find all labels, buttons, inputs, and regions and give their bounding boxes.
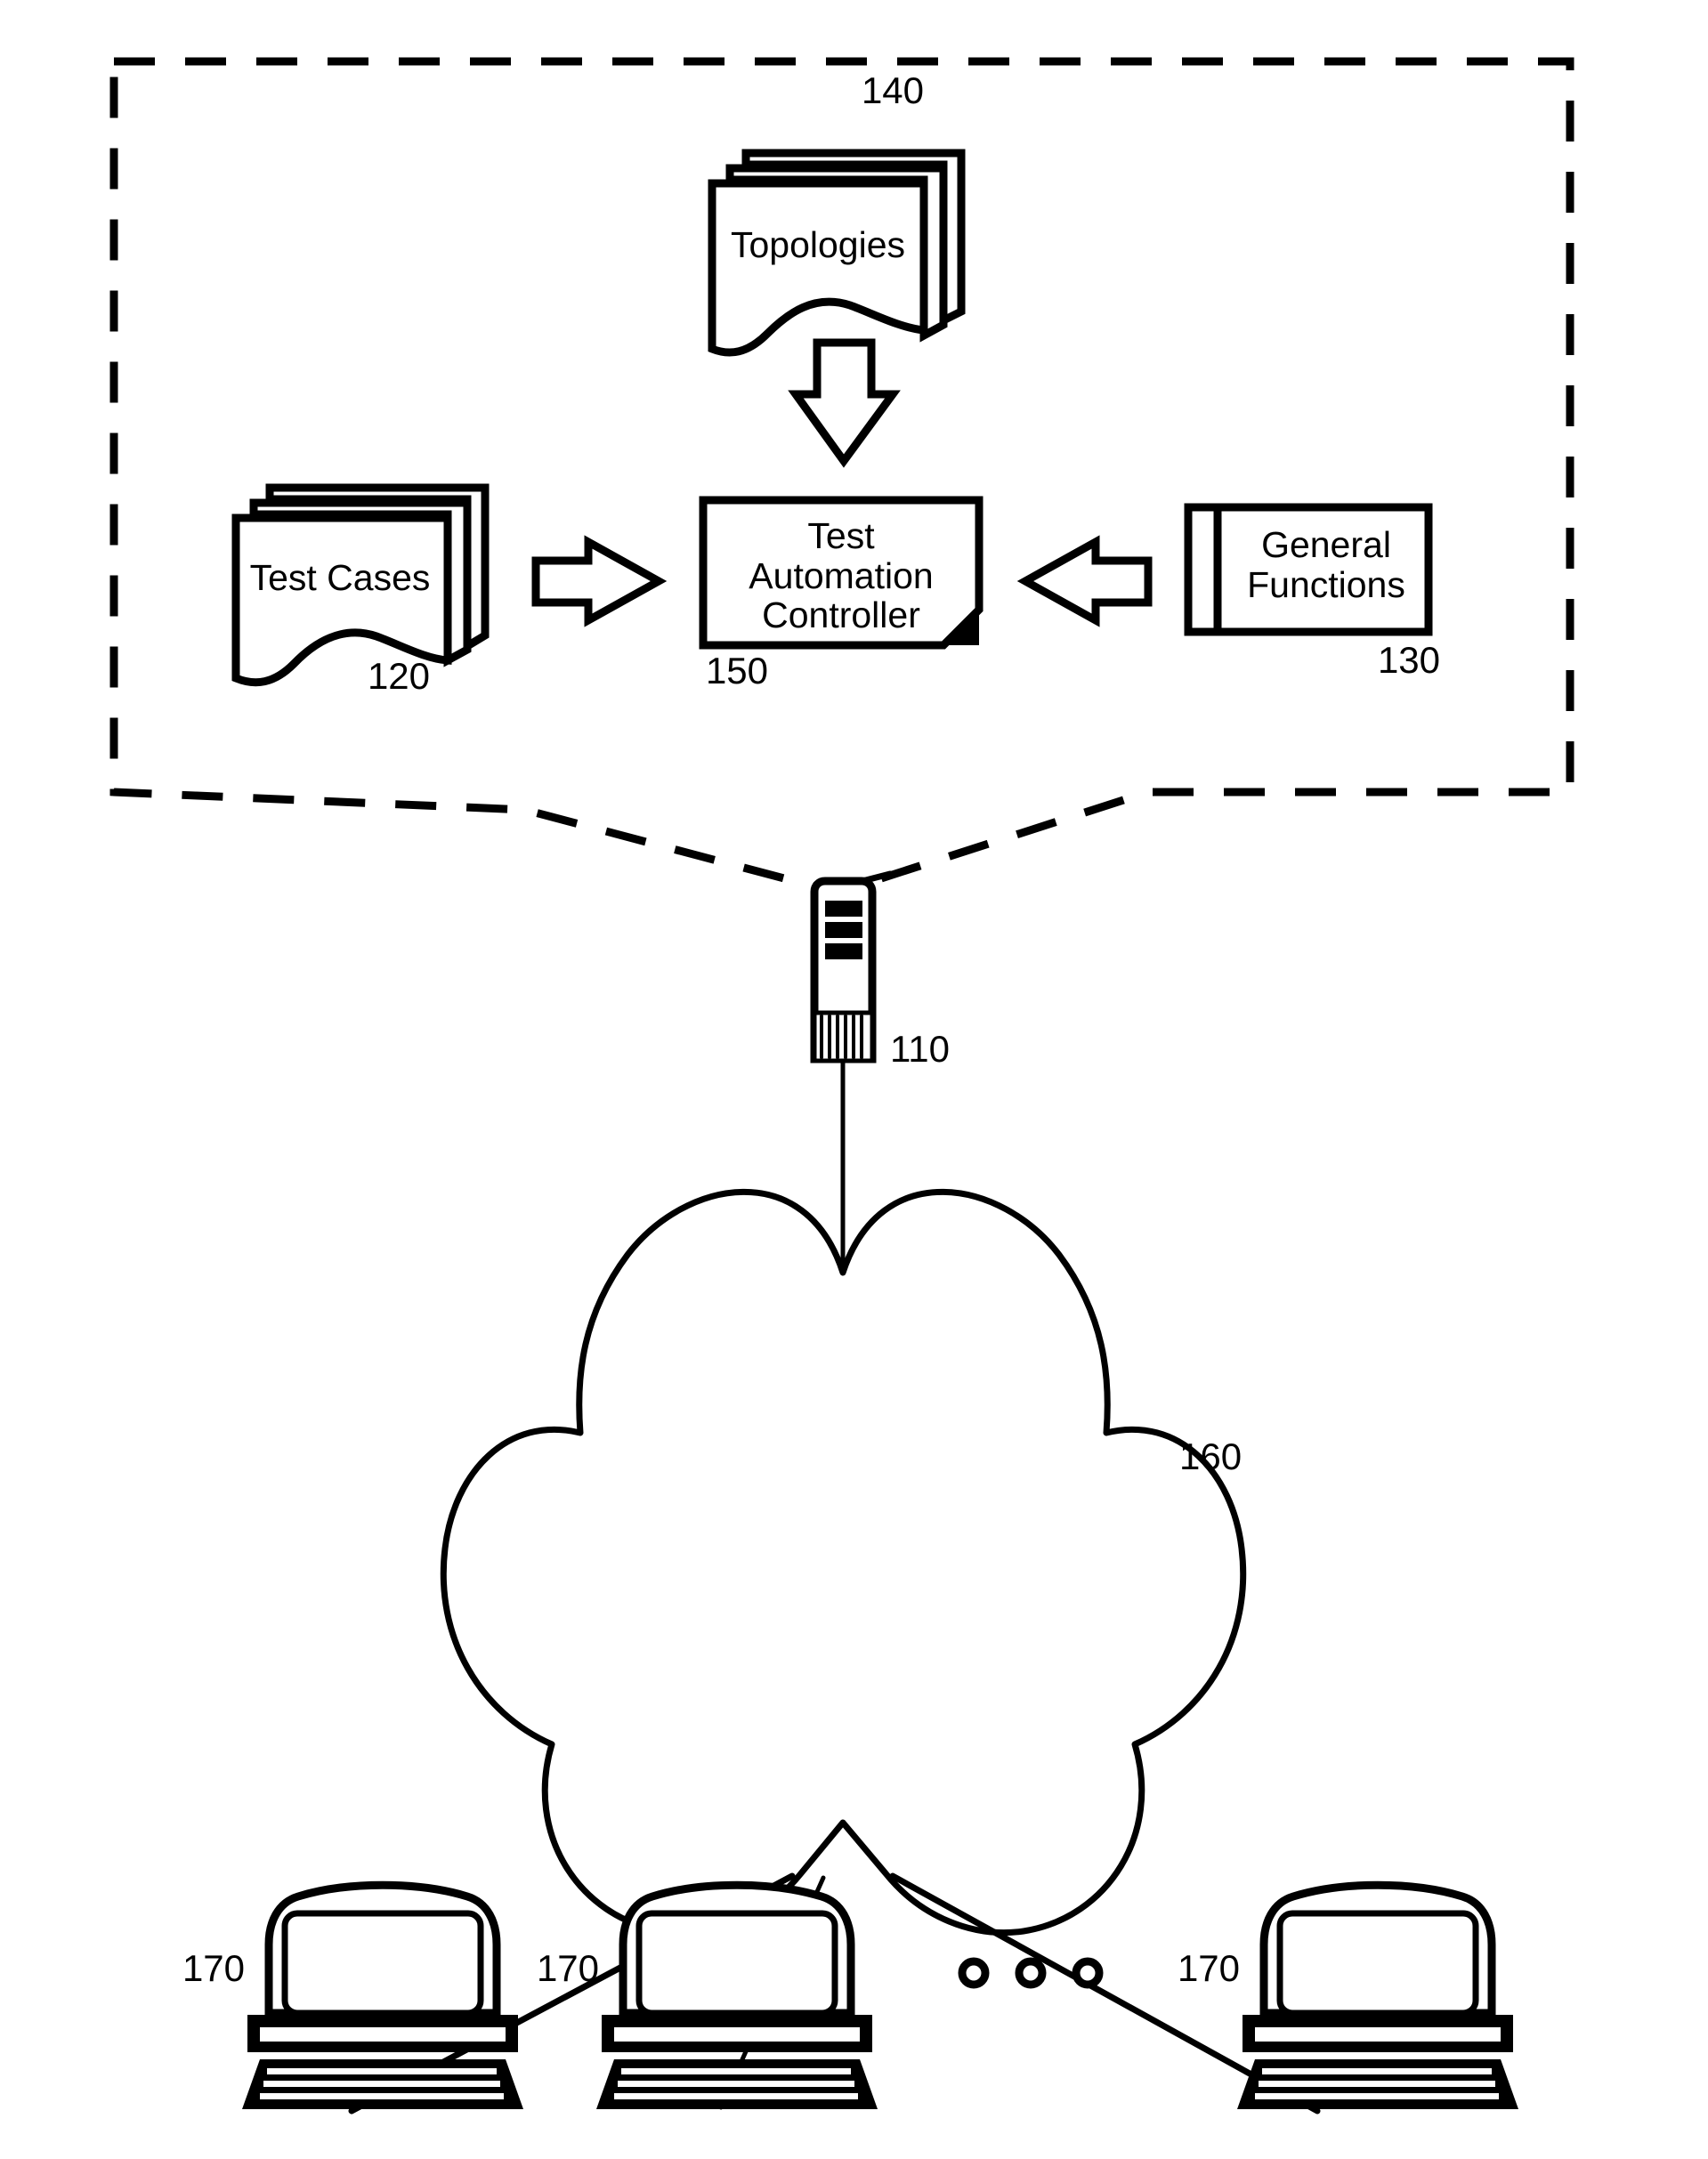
keyboard-rows-2 (614, 2068, 858, 2099)
test-cases-label: Test Cases (250, 557, 431, 598)
server-bay-2 (825, 922, 862, 938)
client-computer-2[interactable]: 170 (537, 1880, 878, 2109)
ref-130: 130 (1378, 639, 1440, 681)
server-bay-3 (825, 943, 862, 959)
controller-label-line2: Automation (749, 555, 933, 596)
keyboard-rows-3 (1255, 2068, 1499, 2099)
arrow-test-cases-to-controller (531, 535, 668, 627)
general-functions-label-line2: Functions (1247, 564, 1405, 605)
ref-110: 110 (890, 1028, 950, 1070)
topologies-label: Topologies (731, 224, 905, 265)
ref-160: 160 (1179, 1435, 1242, 1477)
test-cases-node[interactable]: Test Cases (231, 483, 490, 687)
server-node[interactable] (810, 870, 894, 1063)
keyboard-rows-1 (260, 2068, 504, 2099)
general-functions-node[interactable]: General Functions (1184, 503, 1433, 636)
client-computer-3[interactable]: 170 (1178, 1880, 1518, 2109)
topologies-sheet-front (708, 179, 928, 357)
monitor-screen-2 (635, 1910, 838, 2017)
general-functions-label-line1: General (1261, 524, 1391, 565)
ref-150: 150 (706, 650, 768, 691)
ellipsis-dot-3 (1072, 1957, 1104, 1989)
topologies-node[interactable]: Topologies (708, 149, 966, 357)
arrow-general-functions-to-controller (1016, 535, 1153, 627)
ref-170-3: 170 (1178, 1947, 1240, 1989)
cloud-shape (440, 1188, 1247, 1937)
monitor-screen-3 (1276, 1910, 1479, 2017)
ref-120: 120 (368, 655, 430, 697)
clients-ellipsis (958, 1957, 1104, 1989)
monitor-base-slot-1 (260, 2027, 506, 2042)
ref-140: 140 (862, 69, 924, 111)
client-computer-1[interactable]: 170 (182, 1880, 523, 2109)
monitor-base-slot-2 (614, 2027, 860, 2042)
arrow-topologies-to-controller (788, 338, 901, 468)
monitor-screen-1 (281, 1910, 484, 2017)
ref-170-1: 170 (182, 1947, 245, 1989)
ref-170-2: 170 (537, 1947, 599, 1989)
ellipsis-dot-1 (958, 1957, 990, 1989)
controller-label-line1: Test (807, 515, 875, 556)
ellipsis-dot-2 (1015, 1957, 1047, 1989)
patent-figure: Topologies 140 Test Cases 120 Test Autom… (0, 0, 1708, 2159)
network-cloud-node[interactable] (440, 1188, 1247, 1937)
monitor-base-slot-3 (1255, 2027, 1501, 2042)
controller-label-line3: Controller (762, 594, 920, 635)
test-automation-controller-node[interactable]: Test Automation Controller (699, 496, 984, 650)
server-bay-1 (825, 901, 862, 917)
